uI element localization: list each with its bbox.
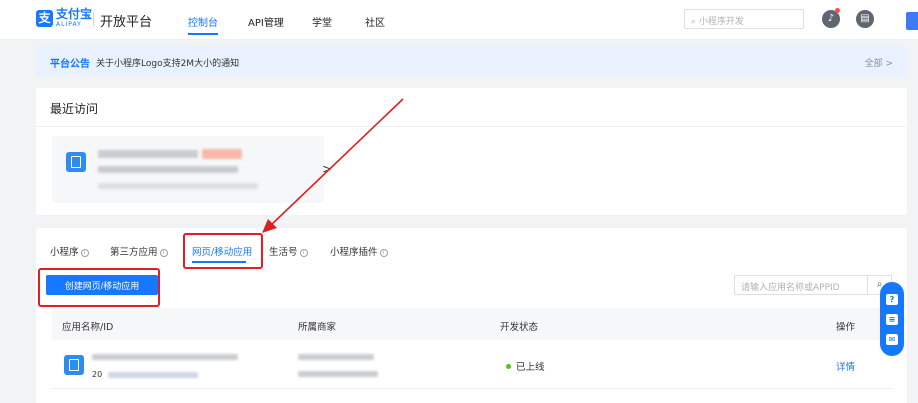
app-icon [66, 152, 86, 172]
announcement-title: 平台公告 [50, 59, 90, 70]
detail-link[interactable]: 详情 [836, 359, 855, 373]
app-icon [64, 355, 84, 375]
redacted-app-id [98, 166, 238, 173]
tab-life-account[interactable]: 生活号 i [269, 244, 308, 258]
status-dot [506, 364, 511, 369]
announcement-text[interactable]: 关于小程序Logo支持2M大小的通知 [96, 56, 239, 69]
nav-community[interactable]: 社区 [365, 14, 385, 29]
platform-title: 开放平台 [100, 15, 153, 30]
search-icon: ⌕ [691, 17, 697, 27]
status-text: 已上线 [516, 362, 545, 373]
top-bar: 支 支付宝 ALIPAY 开放平台 控制台 API管理 学堂 社区 ⌕ 小程序开… [0, 0, 918, 40]
redacted-app-id [108, 372, 198, 378]
info-icon: i [379, 249, 388, 257]
nav-api[interactable]: API管理 [248, 14, 284, 29]
table-header: 应用名称/ID 所属商家 开发状态 操作 [52, 308, 892, 340]
tab-mini-program[interactable]: 小程序 i [50, 244, 89, 258]
app-list-panel: 小程序 i 第三方应用 i 网页/移动应用 生活号 i 小程序插件 i 创建网页/移动应… [36, 228, 907, 403]
floating-help-bar: ? ≡ ✉ [880, 282, 904, 356]
tab-label: 小程序插件 [330, 247, 378, 258]
tab-label: 小程序 [50, 247, 79, 258]
redacted-merchant-id [298, 371, 378, 377]
logo-text-cn: 支付宝 [56, 7, 93, 21]
top-search-input[interactable]: ⌕ 小程序开发 [684, 9, 804, 29]
announcement-all-link[interactable]: 全部 > [865, 56, 893, 69]
table-row: 20 已上线 详情 [52, 343, 892, 389]
app-id-prefix: 20 [92, 370, 103, 379]
help-icon[interactable]: ? [886, 294, 898, 305]
announcement-bar: 平台公告 关于小程序Logo支持2M大小的通知 全部 > [36, 46, 907, 76]
notification-dot [835, 8, 840, 13]
recent-app-card[interactable]: > [52, 136, 332, 203]
edge-tab[interactable] [906, 12, 918, 30]
top-search-placeholder: 小程序开发 [698, 17, 744, 27]
col-merchant: 所属商家 [298, 322, 337, 333]
recent-visits-title: 最近访问 [50, 102, 99, 116]
logo-text-en: ALIPAY [56, 21, 82, 28]
redacted-tag [202, 149, 242, 159]
feedback-icon[interactable]: ✉ [886, 334, 898, 345]
col-app-name: 应用名称/ID [62, 322, 114, 333]
info-icon: i [159, 249, 168, 257]
tab-label: 第三方应用 [110, 247, 158, 258]
info-icon: i [80, 249, 89, 257]
col-dev-status: 开发状态 [500, 322, 539, 333]
tab-label: 生活号 [269, 247, 298, 258]
col-actions: 操作 [836, 322, 856, 333]
tab-third-party[interactable]: 第三方应用 i [110, 244, 168, 258]
app-search-input[interactable]: 请输入应用名称或APPID [734, 275, 868, 295]
recent-visits-panel: 最近访问 > [36, 88, 907, 215]
chat-icon[interactable]: ≡ [886, 314, 898, 325]
divider [36, 126, 907, 127]
redacted-app-name [98, 150, 198, 158]
redacted-app-name [92, 354, 238, 360]
chevron-right-icon[interactable]: > [322, 162, 332, 176]
nav-active-indicator [188, 33, 218, 35]
nav-academy[interactable]: 学堂 [312, 14, 332, 29]
tab-mini-plugin[interactable]: 小程序插件 i [330, 244, 388, 258]
info-icon: i [299, 249, 308, 257]
highlight-button-box [38, 268, 160, 307]
nav-console[interactable]: 控制台 [188, 14, 218, 29]
message-icon[interactable]: ▤ [856, 10, 874, 28]
redacted-merchant [298, 354, 374, 360]
redacted-app-desc [98, 183, 258, 189]
logo-separator [93, 12, 94, 26]
alipay-logo-icon[interactable]: 支 [36, 10, 53, 27]
highlight-tab-box [183, 233, 263, 269]
